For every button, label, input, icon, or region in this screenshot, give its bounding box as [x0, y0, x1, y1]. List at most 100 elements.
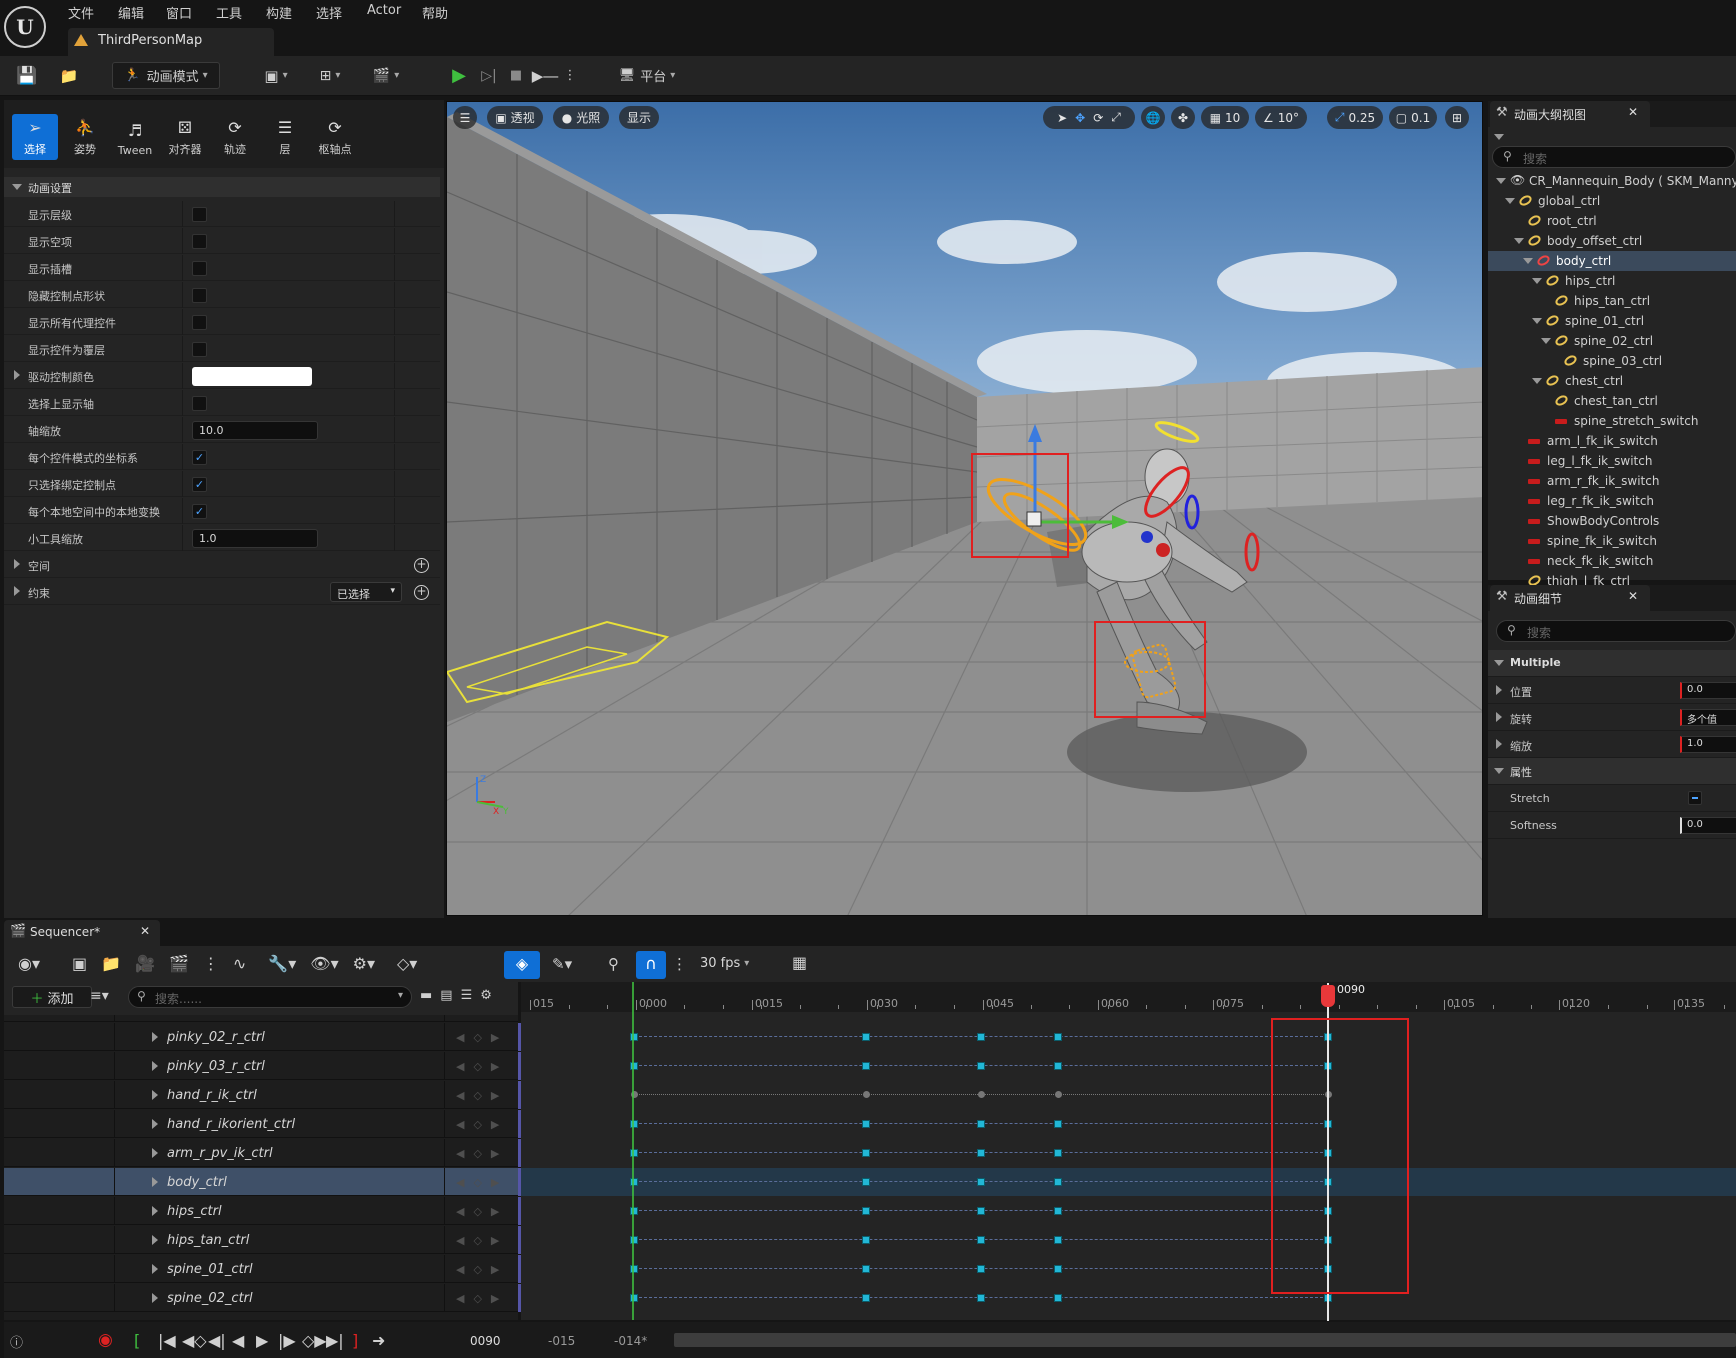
outliner-item[interactable]: global_ctrl	[1488, 191, 1736, 211]
keyframe[interactable]	[862, 1265, 870, 1273]
transform-field[interactable]: 1.0	[1680, 736, 1736, 753]
key-diamond-icon[interactable]: ◇▾	[397, 954, 417, 973]
sequencer-track[interactable]: hips_tan_ctrl ◀◇▶	[4, 1226, 524, 1254]
color-swatch[interactable]	[192, 367, 312, 386]
blueprint-button[interactable]: ⊞ ▾	[310, 62, 350, 89]
prev-frame-icon[interactable]: ◀|	[208, 1331, 226, 1350]
render-movie-icon[interactable]: 🎬	[169, 954, 189, 973]
menu-build[interactable]: 构建	[266, 3, 292, 22]
close-icon[interactable]: ✕	[140, 924, 150, 938]
add-constraint-icon[interactable]: +	[414, 585, 429, 600]
camera-icon[interactable]: 🎥	[135, 954, 155, 973]
to-end-icon[interactable]: ▶|	[326, 1331, 344, 1350]
snap-button[interactable]: ∩	[636, 951, 666, 979]
anim-setting-number-field[interactable]: 10.0	[192, 421, 318, 440]
attributes-header[interactable]: 属性	[1488, 758, 1736, 785]
collapse-icon[interactable]	[1523, 258, 1533, 264]
outliner-item[interactable]: chest_tan_ctrl	[1488, 391, 1736, 411]
more-options-icon[interactable]: ⋮	[672, 955, 687, 973]
outliner-item[interactable]: 👁 CR_Mannequin_Body ( SKM_Manny	[1488, 171, 1736, 191]
key-nav-icons[interactable]: ◀◇▶	[456, 1292, 508, 1305]
outliner-item[interactable]: arm_r_fk_ik_switch	[1488, 471, 1736, 491]
keyframe[interactable]	[862, 1178, 870, 1186]
outliner-item[interactable]: spine_fk_ik_switch	[1488, 531, 1736, 551]
close-icon[interactable]: ✕	[1628, 589, 1638, 603]
keyframe[interactable]	[862, 1236, 870, 1244]
surface-snap-button[interactable]: ✤	[1171, 106, 1195, 129]
sequencer-track[interactable]: arm_r_pv_ik_ctrl ◀◇▶	[4, 1139, 524, 1167]
record-icon[interactable]: ◉	[98, 1330, 113, 1350]
sequencer-track[interactable]: pinky_01_r_ctrl◀◇▶	[4, 1015, 518, 1022]
keyframe[interactable]	[978, 1091, 985, 1098]
move-icon[interactable]: ✥	[1075, 111, 1085, 125]
anim-setting-checkbox[interactable]: ✓	[192, 450, 207, 465]
outliner-item[interactable]: arm_l_fk_ik_switch	[1488, 431, 1736, 451]
set-start-icon[interactable]: [	[134, 1331, 140, 1350]
keyframe[interactable]	[863, 1091, 870, 1098]
perspective-button[interactable]: ▣ 透视	[487, 106, 543, 129]
keyframe[interactable]	[977, 1149, 985, 1157]
multiple-group-header[interactable]: Multiple	[1488, 650, 1736, 677]
sequencer-track[interactable]: spine_01_ctrl ◀◇▶	[4, 1255, 524, 1283]
filter-chevron-icon[interactable]	[1494, 134, 1504, 140]
expand-icon[interactable]	[1496, 739, 1502, 749]
prev-key-icon[interactable]: ◀◇	[182, 1331, 207, 1350]
mode-tween[interactable]: ♬ Tween	[112, 114, 158, 160]
keyframe[interactable]	[1054, 1033, 1062, 1041]
mode-layers[interactable]: ☰ 层	[262, 114, 308, 160]
outliner-item[interactable]: ShowBodyControls	[1488, 511, 1736, 531]
collapse-icon[interactable]	[1532, 278, 1542, 284]
lit-button[interactable]: ● 光照	[553, 106, 609, 129]
keyframe[interactable]	[977, 1236, 985, 1244]
curve-editor-icon[interactable]: ▦	[792, 953, 807, 972]
expand-icon[interactable]	[152, 1119, 158, 1129]
outliner-item[interactable]: chest_ctrl	[1488, 371, 1736, 391]
stop-icon[interactable]: ■	[505, 62, 527, 89]
stretch-checkbox[interactable]	[1688, 791, 1702, 805]
expand-icon[interactable]	[152, 1061, 158, 1071]
curve-icon[interactable]: ∿	[233, 954, 246, 973]
platform-dropdown[interactable]: 🖥 平台 ▾	[612, 62, 682, 89]
fps-dropdown[interactable]: 30 fps ▾	[700, 956, 749, 971]
collapse-icon[interactable]	[1496, 178, 1506, 184]
keyframe[interactable]	[977, 1033, 985, 1041]
keyframe[interactable]	[1054, 1265, 1062, 1273]
outliner-item[interactable]: hips_ctrl	[1488, 271, 1736, 291]
more-options-icon[interactable]: ⋮	[564, 62, 577, 89]
menu-select[interactable]: 选择	[316, 3, 342, 22]
expand-icon[interactable]	[152, 1148, 158, 1158]
range-start-field[interactable]: -015	[548, 1334, 575, 1348]
anim-setting-checkbox[interactable]	[192, 396, 207, 411]
auto-key-button[interactable]: ◈	[504, 951, 540, 979]
gear-icon[interactable]: ⚙▾	[353, 954, 375, 973]
transform-field[interactable]: 多个值	[1680, 709, 1736, 726]
expand-icon[interactable]	[152, 1206, 158, 1216]
sequencer-tab[interactable]: 🎬 Sequencer* ✕	[4, 920, 160, 946]
world-space-button[interactable]: 🌐	[1141, 106, 1165, 129]
layout-button[interactable]: ⊞	[1445, 106, 1469, 129]
outliner-item[interactable]: spine_03_ctrl	[1488, 351, 1736, 371]
collapse-icon[interactable]	[1541, 338, 1551, 344]
keyframe[interactable]	[862, 1207, 870, 1215]
track-search-input[interactable]: ⚲ 搜索...... ▾	[128, 986, 412, 1008]
set-end-icon[interactable]: ]	[352, 1331, 358, 1350]
close-icon[interactable]: ✕	[1628, 105, 1638, 119]
collapse-icon[interactable]	[1532, 318, 1542, 324]
mode-pose[interactable]: ⛹ 姿势	[62, 114, 108, 160]
outliner-item[interactable]: thigh_l_fk_ctrl	[1488, 571, 1736, 585]
expand-icon[interactable]	[14, 370, 20, 380]
expand-icon[interactable]	[152, 1293, 158, 1303]
menu-edit[interactable]: 编辑	[118, 3, 144, 22]
outliner-item[interactable]: leg_r_fk_ik_switch	[1488, 491, 1736, 511]
keyframe[interactable]	[977, 1265, 985, 1273]
menu-actor[interactable]: Actor	[367, 3, 401, 18]
keyframe[interactable]	[1054, 1149, 1062, 1157]
to-start-icon[interactable]: |◀	[158, 1331, 176, 1350]
key-icon[interactable]: ▣	[72, 954, 87, 973]
anim-setting-checkbox[interactable]	[192, 288, 207, 303]
anim-setting-checkbox[interactable]	[192, 261, 207, 276]
constraint-section[interactable]: 约束 已选择 ▾ +	[4, 579, 440, 605]
keyframe[interactable]	[862, 1033, 870, 1041]
current-frame-field[interactable]: 0090	[470, 1334, 501, 1348]
keyframe[interactable]	[1054, 1207, 1062, 1215]
